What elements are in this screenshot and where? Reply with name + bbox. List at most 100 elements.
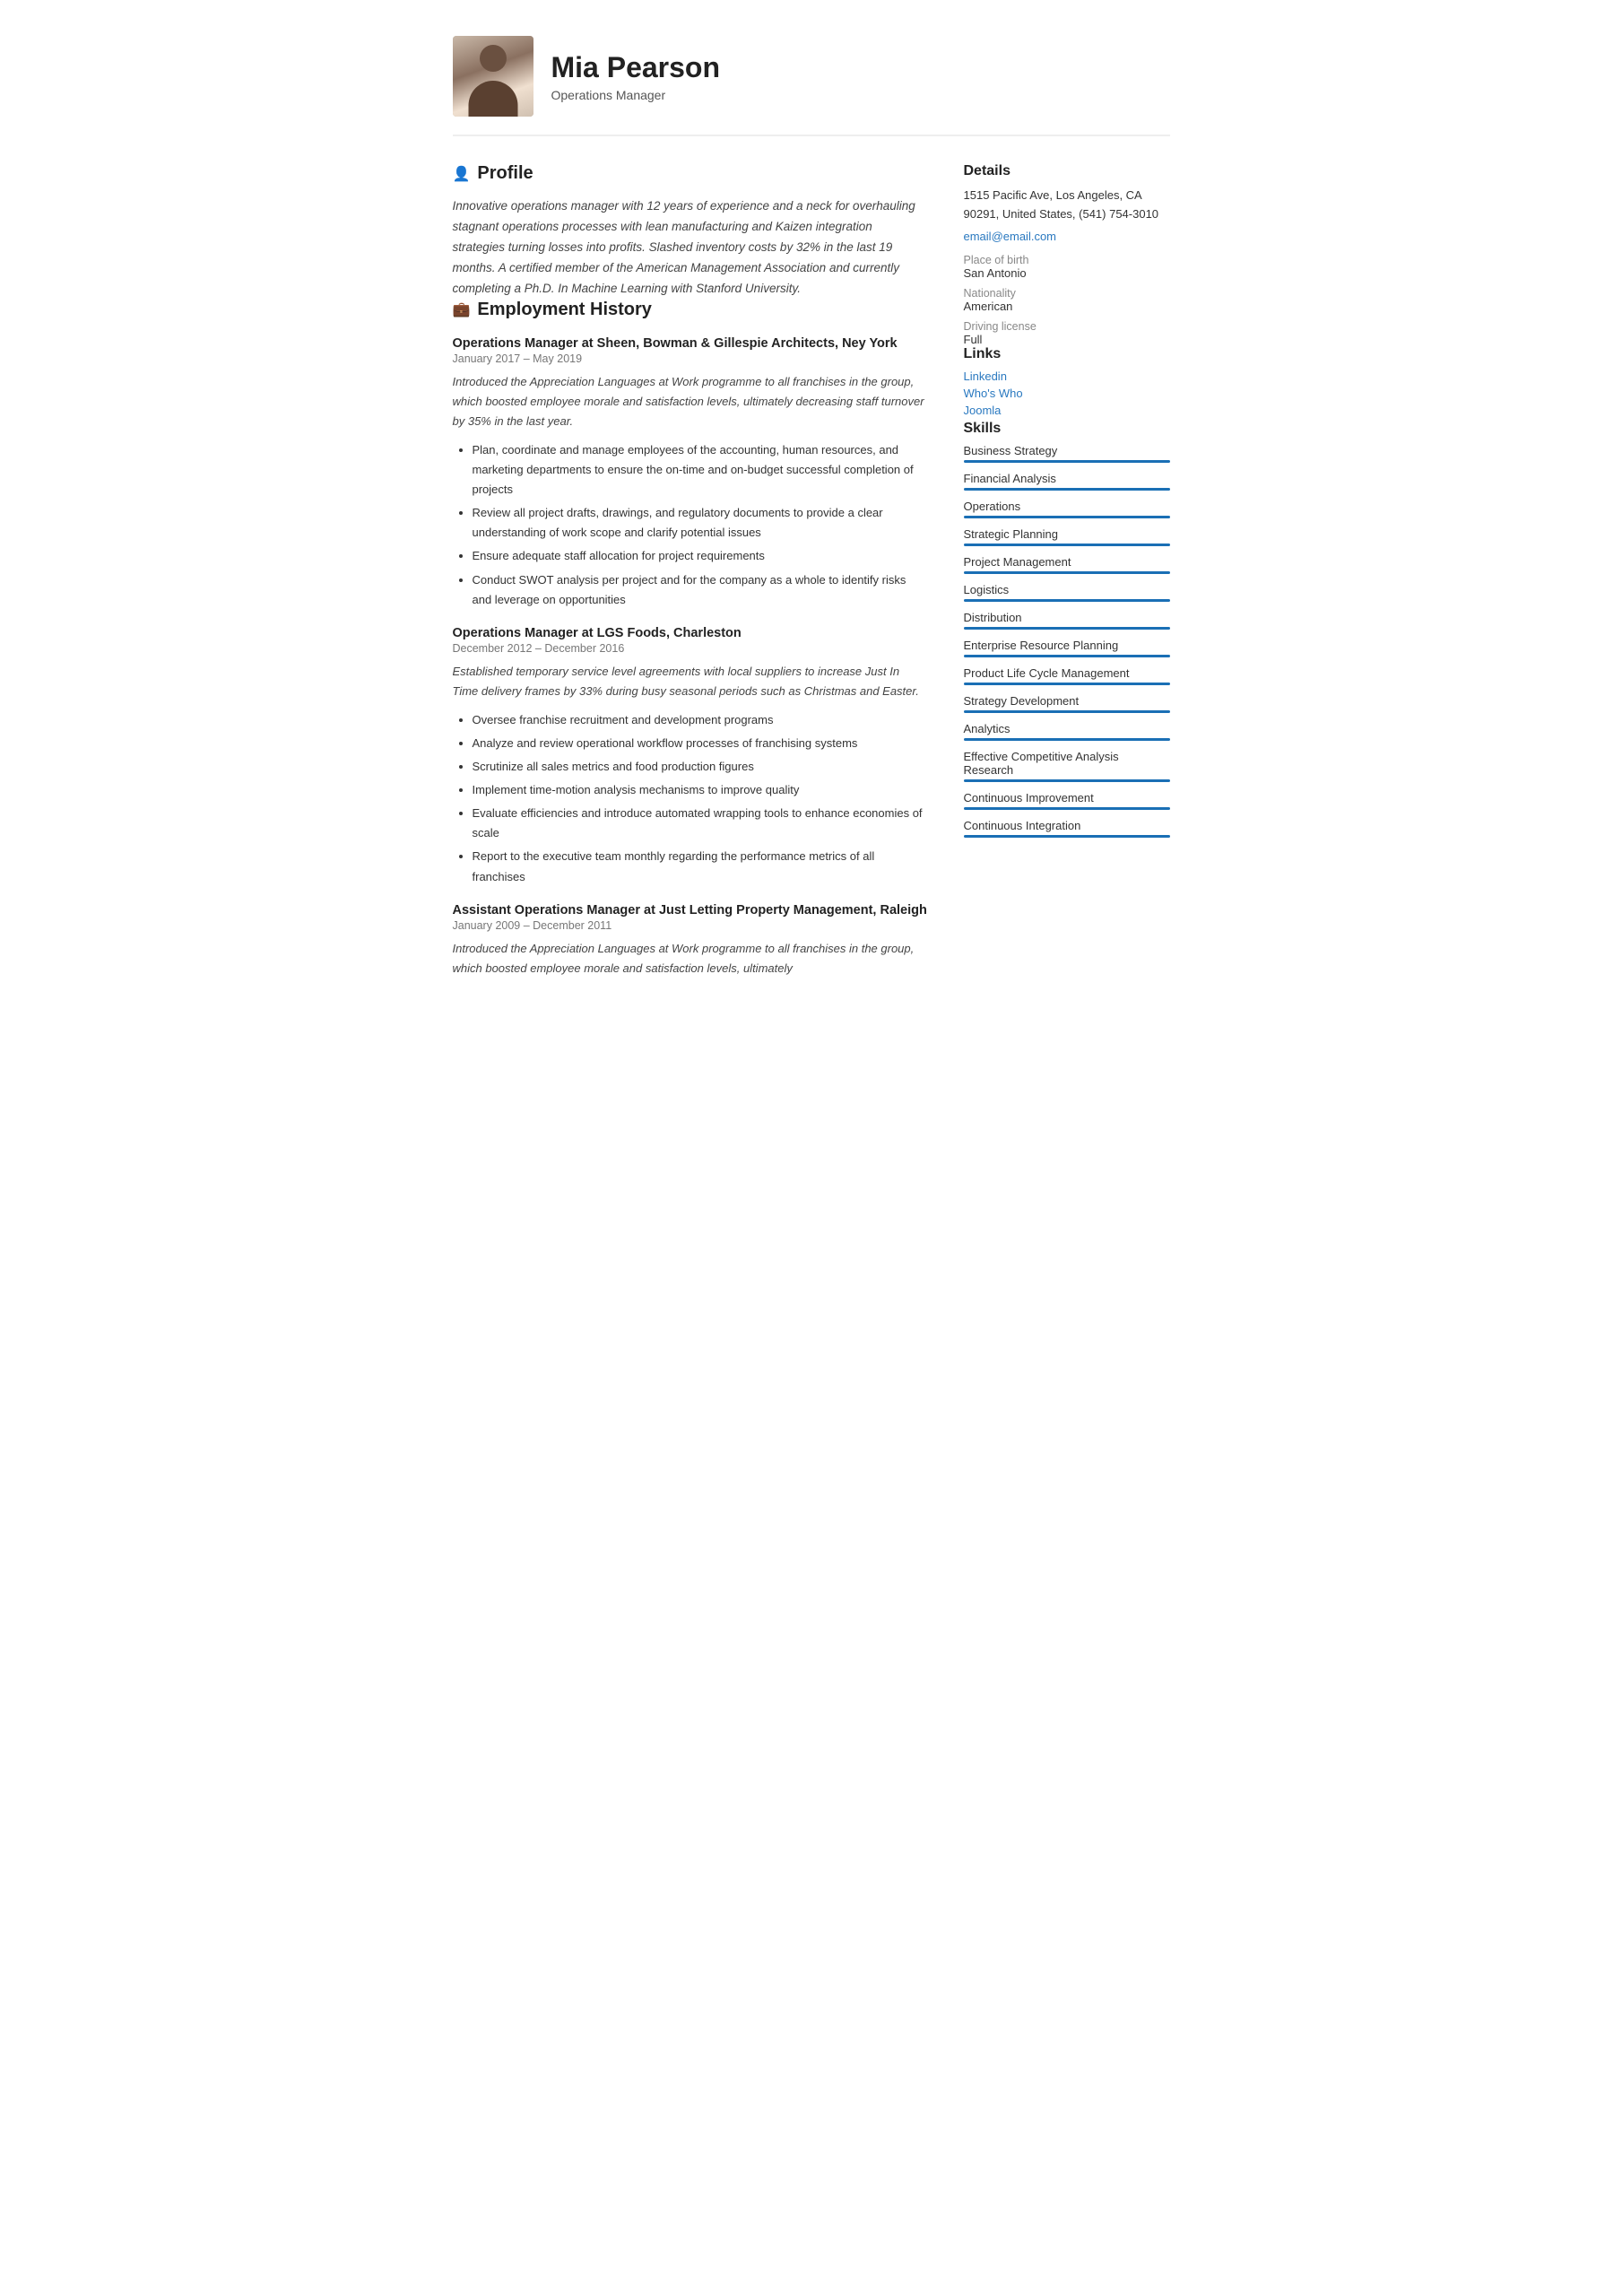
skill-item: Logistics [964, 583, 1170, 602]
driving-license-label: Driving license [964, 320, 1170, 333]
list-item: Ensure adequate staff allocation for pro… [473, 546, 928, 566]
job-description: Introduced the Appreciation Languages at… [453, 372, 928, 431]
skill-bar [964, 655, 1170, 657]
candidate-name: Mia Pearson [551, 51, 721, 84]
skill-item: Continuous Improvement [964, 791, 1170, 810]
details-section: Details 1515 Pacific Ave, Los Angeles, C… [964, 163, 1170, 346]
skill-name: Strategic Planning [964, 527, 1170, 541]
place-of-birth-label: Place of birth [964, 254, 1170, 266]
skill-name: Distribution [964, 611, 1170, 624]
list-item: Review all project drafts, drawings, and… [473, 503, 928, 543]
skill-name: Enterprise Resource Planning [964, 639, 1170, 652]
employment-section: 💼 Employment History Operations Manager … [453, 300, 928, 978]
skill-name: Continuous Improvement [964, 791, 1170, 804]
links-container: Linkedin Who's Who Joomla [964, 370, 1170, 417]
header-info: Mia Pearson Operations Manager [551, 51, 721, 102]
job-title-heading: Assistant Operations Manager at Just Let… [453, 903, 928, 918]
skills-section: Skills Business Strategy Financial Analys… [964, 421, 1170, 838]
skill-item: Operations [964, 500, 1170, 518]
job-dates: January 2017 – May 2019 [453, 352, 928, 365]
right-column: Details 1515 Pacific Ave, Los Angeles, C… [964, 163, 1170, 987]
skill-item: Business Strategy [964, 444, 1170, 463]
job-bullets: Oversee franchise recruitment and develo… [453, 710, 928, 887]
job-title-heading: Operations Manager at Sheen, Bowman & Gi… [453, 336, 928, 351]
nationality-value: American [964, 300, 1170, 313]
list-item: Plan, coordinate and manage employees of… [473, 440, 928, 500]
list-item: Oversee franchise recruitment and develo… [473, 710, 928, 730]
job-item: Assistant Operations Manager at Just Let… [453, 903, 928, 978]
profile-icon: 👤 [453, 165, 471, 183]
job-item: Operations Manager at Sheen, Bowman & Gi… [453, 336, 928, 610]
skill-name: Strategy Development [964, 694, 1170, 708]
skill-bar [964, 738, 1170, 741]
left-column: 👤 Profile Innovative operations manager … [453, 163, 928, 987]
skill-item: Distribution [964, 611, 1170, 630]
skill-name: Operations [964, 500, 1170, 513]
profile-section: 👤 Profile Innovative operations manager … [453, 163, 928, 300]
employment-icon: 💼 [453, 300, 471, 318]
job-dates: December 2012 – December 2016 [453, 642, 928, 655]
skill-item: Analytics [964, 722, 1170, 741]
skill-bar [964, 627, 1170, 630]
link-item[interactable]: Who's Who [964, 387, 1170, 400]
list-item: Scrutinize all sales metrics and food pr… [473, 757, 928, 777]
job-description: Introduced the Appreciation Languages at… [453, 939, 928, 978]
profile-text: Innovative operations manager with 12 ye… [453, 196, 928, 300]
skill-bar [964, 516, 1170, 518]
skill-item: Financial Analysis [964, 472, 1170, 491]
skill-name: Business Strategy [964, 444, 1170, 457]
details-title: Details [964, 163, 1170, 179]
skill-item: Product Life Cycle Management [964, 666, 1170, 685]
skill-bar [964, 710, 1170, 713]
skill-name: Effective Competitive Analysis Research [964, 750, 1170, 777]
skill-bar [964, 807, 1170, 810]
skill-name: Project Management [964, 555, 1170, 569]
skill-name: Financial Analysis [964, 472, 1170, 485]
detail-address: 1515 Pacific Ave, Los Angeles, CA 90291,… [964, 187, 1170, 224]
job-item: Operations Manager at LGS Foods, Charles… [453, 626, 928, 887]
skill-item: Strategy Development [964, 694, 1170, 713]
jobs-container: Operations Manager at Sheen, Bowman & Gi… [453, 336, 928, 978]
skill-item: Enterprise Resource Planning [964, 639, 1170, 657]
skills-title: Skills [964, 421, 1170, 437]
skill-name: Analytics [964, 722, 1170, 735]
skill-bar [964, 571, 1170, 574]
nationality-label: Nationality [964, 287, 1170, 300]
list-item: Conduct SWOT analysis per project and fo… [473, 570, 928, 610]
list-item: Implement time-motion analysis mechanism… [473, 780, 928, 800]
skill-item: Project Management [964, 555, 1170, 574]
list-item: Analyze and review operational workflow … [473, 734, 928, 753]
links-title: Links [964, 346, 1170, 362]
links-section: Links Linkedin Who's Who Joomla [964, 346, 1170, 417]
skill-item: Continuous Integration [964, 819, 1170, 838]
skill-item: Strategic Planning [964, 527, 1170, 546]
skill-bar [964, 460, 1170, 463]
skill-bar [964, 544, 1170, 546]
main-layout: 👤 Profile Innovative operations manager … [453, 163, 1170, 987]
link-item[interactable]: Linkedin [964, 370, 1170, 383]
resume-header: Mia Pearson Operations Manager [453, 36, 1170, 136]
skill-bar [964, 779, 1170, 782]
skill-bar [964, 683, 1170, 685]
profile-section-title: 👤 Profile [453, 163, 928, 184]
skill-item: Effective Competitive Analysis Research [964, 750, 1170, 782]
driving-license-value: Full [964, 333, 1170, 346]
skill-bar [964, 835, 1170, 838]
candidate-job-title: Operations Manager [551, 88, 721, 102]
place-of-birth-value: San Antonio [964, 266, 1170, 280]
skill-bar [964, 599, 1170, 602]
skill-bar [964, 488, 1170, 491]
job-dates: January 2009 – December 2011 [453, 919, 928, 932]
job-description: Established temporary service level agre… [453, 662, 928, 701]
avatar [453, 36, 533, 117]
skill-name: Logistics [964, 583, 1170, 596]
list-item: Evaluate efficiencies and introduce auto… [473, 804, 928, 843]
job-title-heading: Operations Manager at LGS Foods, Charles… [453, 626, 928, 640]
list-item: Report to the executive team monthly reg… [473, 847, 928, 886]
job-bullets: Plan, coordinate and manage employees of… [453, 440, 928, 610]
employment-section-title: 💼 Employment History [453, 300, 928, 320]
skill-name: Continuous Integration [964, 819, 1170, 832]
skill-name: Product Life Cycle Management [964, 666, 1170, 680]
detail-email[interactable]: email@email.com [964, 230, 1170, 243]
link-item[interactable]: Joomla [964, 404, 1170, 417]
